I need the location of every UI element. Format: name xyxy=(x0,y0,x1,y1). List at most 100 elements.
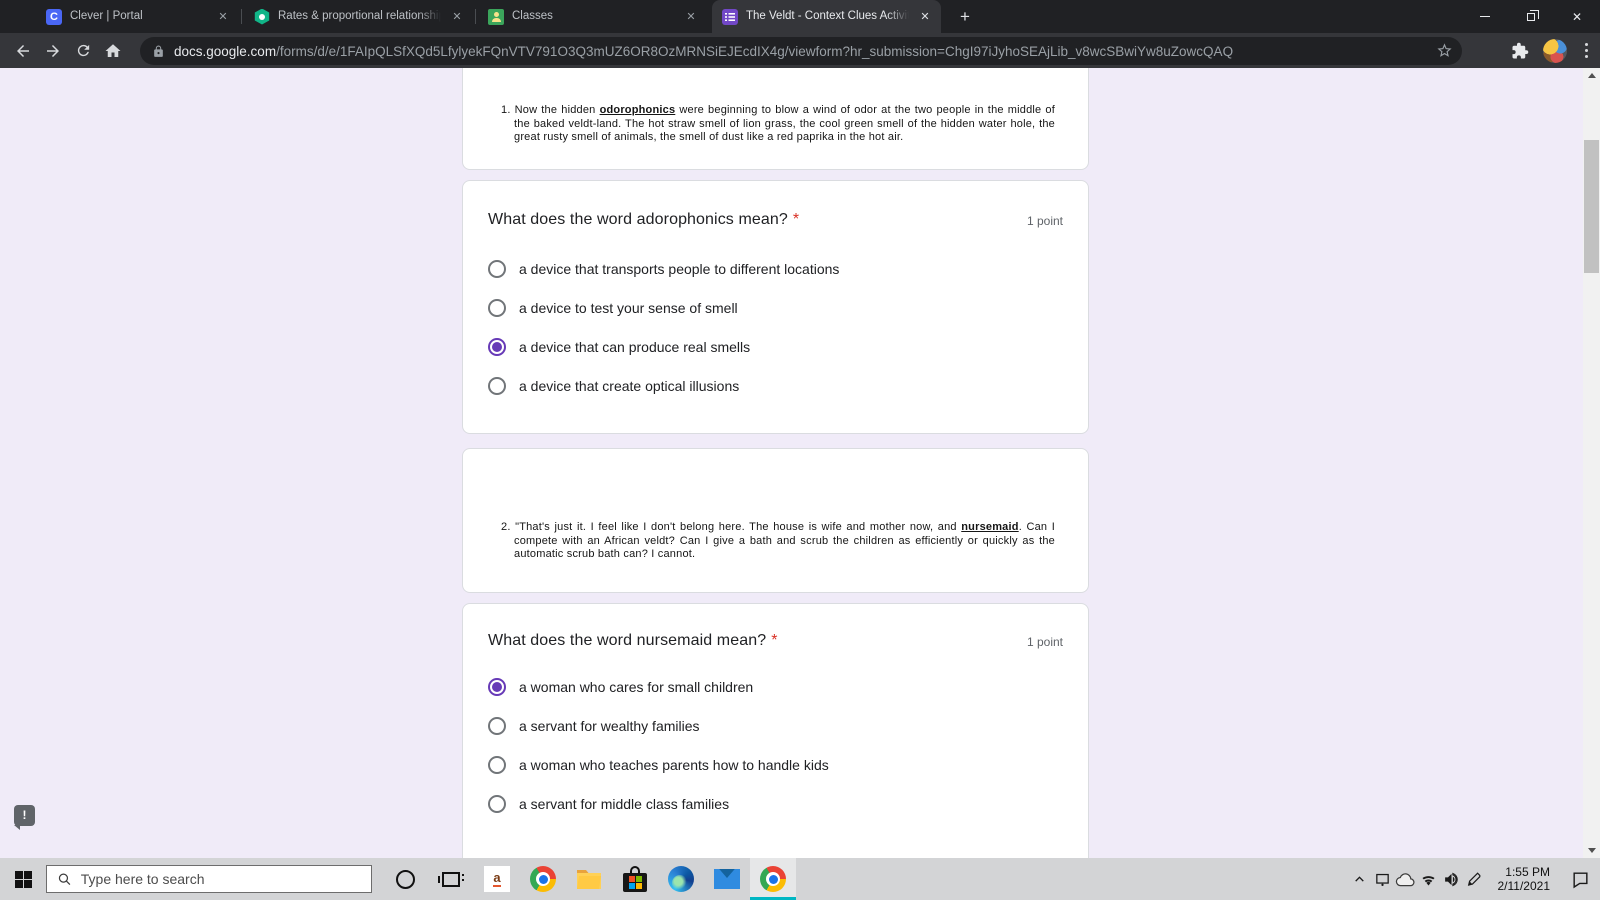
radio-option[interactable]: a servant for middle class families xyxy=(488,792,1063,816)
close-icon[interactable]: ✕ xyxy=(215,9,231,25)
question-title: What does the word nursemaid mean? xyxy=(488,632,767,649)
radio-option[interactable]: a device that can produce real smells xyxy=(488,335,1063,359)
onedrive-button[interactable] xyxy=(1394,858,1417,900)
radio-option[interactable]: a device to test your sense of smell xyxy=(488,296,1063,320)
windows-taskbar: a 1:55 PM 2/11/2021 xyxy=(0,858,1600,900)
clock-date: 2/11/2021 xyxy=(1497,879,1551,893)
file-explorer-icon xyxy=(577,870,601,889)
taskbar-clock[interactable]: 1:55 PM 2/11/2021 xyxy=(1486,865,1561,893)
home-icon xyxy=(105,43,121,57)
mail-icon xyxy=(714,869,740,889)
scroll-up-arrow[interactable] xyxy=(1583,68,1600,83)
radio-option[interactable]: a device that transports people to diffe… xyxy=(488,257,1063,281)
back-button[interactable] xyxy=(8,36,38,66)
tab-clever-portal[interactable]: C Clever | Portal ✕ xyxy=(36,0,239,33)
system-tray: 1:55 PM 2/11/2021 xyxy=(1348,858,1600,900)
microsoft-store-button[interactable] xyxy=(612,858,658,900)
reload-button[interactable] xyxy=(68,36,98,66)
radio-option[interactable]: a woman who teaches parents how to handl… xyxy=(488,753,1063,777)
action-center-button[interactable] xyxy=(1560,858,1600,900)
extensions-button[interactable] xyxy=(1511,42,1529,60)
classroom-favicon-icon xyxy=(488,8,504,25)
tab-title: Classes xyxy=(512,10,553,22)
lock-icon xyxy=(154,45,163,57)
search-input[interactable] xyxy=(80,871,361,887)
close-icon[interactable]: ✕ xyxy=(449,9,465,25)
tab-classes[interactable]: Classes ✕ xyxy=(478,0,707,33)
radio-button[interactable] xyxy=(488,795,506,813)
radio-button[interactable] xyxy=(488,678,506,696)
puzzle-piece-icon xyxy=(1512,42,1529,58)
wifi-button[interactable] xyxy=(1417,858,1440,900)
chevron-up-icon xyxy=(1587,73,1596,78)
question-title: What does the word adorophonics mean? xyxy=(488,211,788,228)
new-tab-button[interactable]: + xyxy=(952,4,978,30)
tab-veldt-context-clues[interactable]: The Veldt - Context Clues Activity ✕ xyxy=(712,0,941,33)
vertical-scrollbar[interactable] xyxy=(1583,68,1600,858)
bookmark-star-button[interactable] xyxy=(1436,42,1453,64)
cloud-icon xyxy=(1395,872,1415,886)
radio-button[interactable] xyxy=(488,756,506,774)
radio-button[interactable] xyxy=(488,377,506,395)
start-button[interactable] xyxy=(0,858,46,900)
task-view-icon xyxy=(438,871,464,887)
file-explorer-button[interactable] xyxy=(566,858,612,900)
wifi-icon xyxy=(1421,875,1435,886)
edge-icon xyxy=(668,866,694,892)
passage-text-1: 1. Now the hidden odorophonics were begi… xyxy=(501,104,1055,143)
tab-rates-proportional[interactable]: Rates & proportional relationship ✕ xyxy=(244,0,473,33)
taskbar-search[interactable] xyxy=(46,865,372,893)
khan-academy-favicon-icon xyxy=(254,8,270,25)
notification-bubble-icon xyxy=(1572,871,1588,888)
windows-ink-button[interactable] xyxy=(1463,858,1486,900)
scrollbar-thumb[interactable] xyxy=(1584,140,1599,273)
minimize-button[interactable] xyxy=(1462,0,1508,33)
menu-dots-icon xyxy=(1585,43,1588,46)
required-asterisk: * xyxy=(792,211,800,228)
restore-button[interactable] xyxy=(1508,0,1554,33)
clock-time: 1:55 PM xyxy=(1505,865,1550,879)
home-button[interactable] xyxy=(98,36,128,66)
microsoft-store-icon xyxy=(623,866,647,892)
radio-button[interactable] xyxy=(488,338,506,356)
tray-expand-button[interactable] xyxy=(1348,858,1371,900)
url-domain: docs.google.com xyxy=(174,43,277,59)
task-view-button[interactable] xyxy=(428,858,474,900)
connect-display-button[interactable] xyxy=(1371,858,1394,900)
tab-title: Rates & proportional relationship xyxy=(278,10,441,22)
forward-button[interactable] xyxy=(38,36,68,66)
app-a-button[interactable]: a xyxy=(474,858,520,900)
profile-avatar[interactable] xyxy=(1543,38,1567,63)
browser-menu-button[interactable] xyxy=(1581,39,1592,62)
radio-button[interactable] xyxy=(488,717,506,735)
close-icon[interactable]: ✕ xyxy=(683,9,699,25)
pen-icon xyxy=(1467,872,1481,886)
edge-button[interactable] xyxy=(658,858,704,900)
cortana-icon xyxy=(395,869,415,889)
browser-toolbar: docs.google.com/forms/d/e/1FAIpQLSfXQd5L… xyxy=(0,33,1600,68)
close-window-button[interactable]: ✕ xyxy=(1554,0,1600,33)
report-abuse-button[interactable]: ! xyxy=(14,805,35,830)
radio-button[interactable] xyxy=(488,299,506,317)
mail-button[interactable] xyxy=(704,858,750,900)
radio-option[interactable]: a device that create optical illusions xyxy=(488,374,1063,398)
radio-option[interactable]: a servant for wealthy families xyxy=(488,714,1063,738)
volume-button[interactable] xyxy=(1440,858,1463,900)
cast-icon xyxy=(1375,873,1389,886)
radio-button[interactable] xyxy=(488,260,506,278)
address-bar[interactable]: docs.google.com/forms/d/e/1FAIpQLSfXQd5L… xyxy=(140,37,1462,65)
chevron-down-icon xyxy=(1587,848,1596,853)
tab-separator xyxy=(241,9,242,24)
radio-option[interactable]: a woman who cares for small children xyxy=(488,675,1063,699)
bold-vocab-word: nursemaid xyxy=(961,521,1019,533)
google-forms-favicon-icon xyxy=(722,8,738,25)
scroll-down-arrow[interactable] xyxy=(1583,843,1600,858)
clever-favicon-icon: C xyxy=(46,8,62,25)
cortana-button[interactable] xyxy=(382,858,428,900)
restore-icon xyxy=(1527,9,1539,21)
close-icon[interactable]: ✕ xyxy=(917,9,933,25)
chrome-active-taskbar-button[interactable] xyxy=(750,858,796,900)
a-app-icon: a xyxy=(484,866,510,892)
chrome-taskbar-button[interactable] xyxy=(520,858,566,900)
tab-separator xyxy=(475,9,476,24)
